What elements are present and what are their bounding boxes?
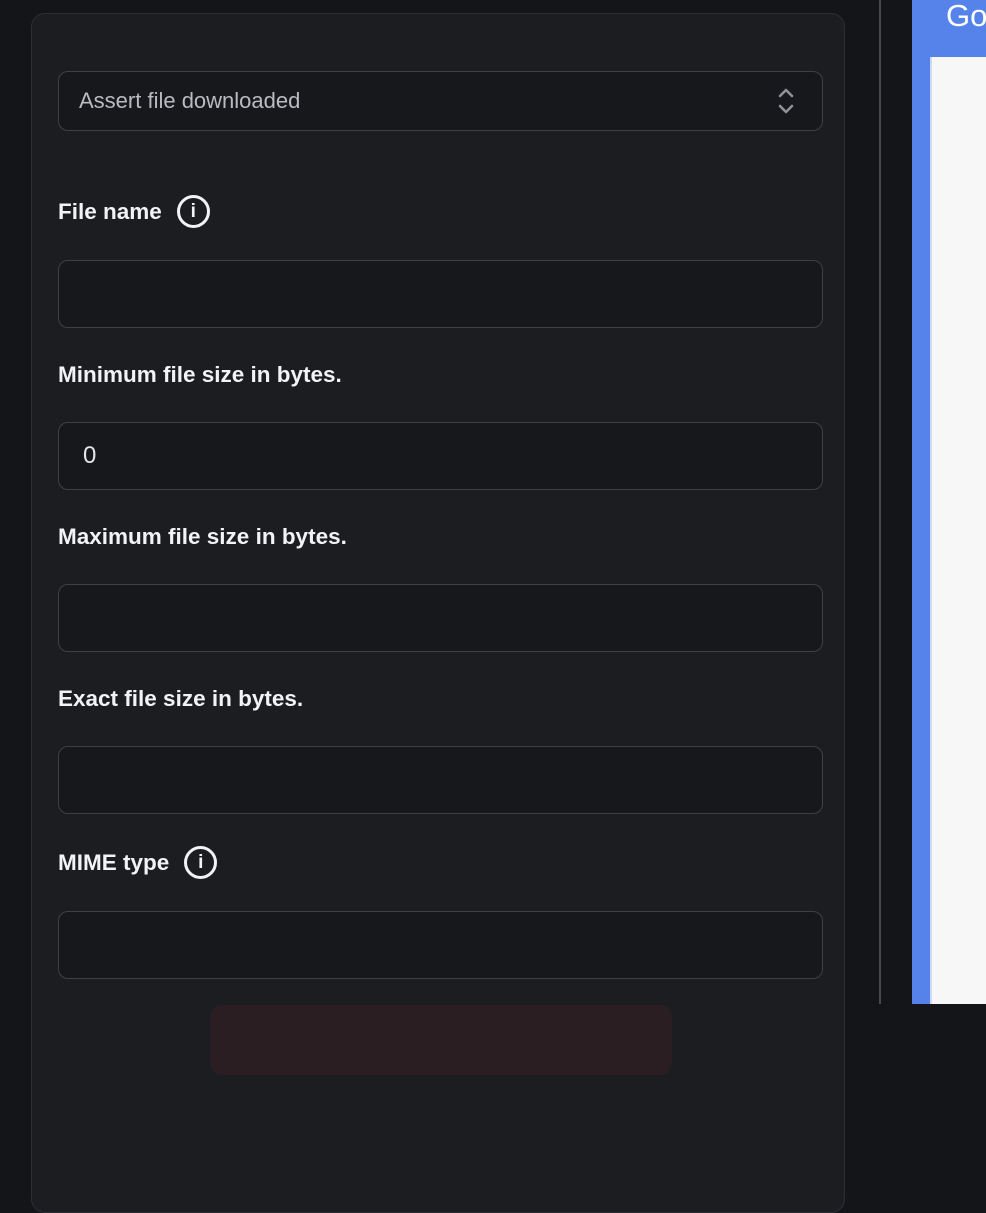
action-select[interactable]: Assert file downloaded xyxy=(58,71,823,131)
info-icon[interactable]: i xyxy=(176,195,210,228)
min-size-input[interactable] xyxy=(58,422,823,490)
field-label-text: Maximum file size in bytes. xyxy=(58,524,347,549)
field-group-mime-type: MIME type i xyxy=(58,846,823,979)
file-name-input[interactable] xyxy=(58,260,823,328)
min-size-label: Minimum file size in bytes. xyxy=(58,360,823,390)
mime-type-input[interactable] xyxy=(58,911,823,979)
field-group-max-size: Maximum file size in bytes. xyxy=(58,522,823,652)
file-name-label: File name i xyxy=(58,195,823,228)
exact-size-label: Exact file size in bytes. xyxy=(58,684,823,714)
mime-type-label: MIME type i xyxy=(58,846,823,879)
chevron-up-down-icon xyxy=(778,88,794,114)
max-size-input[interactable] xyxy=(58,584,823,652)
field-group-exact-size: Exact file size in bytes. xyxy=(58,684,823,814)
delete-step-button[interactable] xyxy=(209,1005,672,1075)
field-label-text: MIME type xyxy=(58,849,170,875)
panel-splitter[interactable] xyxy=(879,0,881,1004)
field-group-min-size: Minimum file size in bytes. xyxy=(58,360,823,490)
preview-header-text: Go xyxy=(946,0,986,33)
field-label-text: File name xyxy=(58,198,162,224)
browser-preview-panel[interactable]: Go xyxy=(912,0,986,1004)
info-icon[interactable]: i xyxy=(184,846,218,879)
step-editor-card: Assert file downloaded File name i Minim… xyxy=(31,13,845,1213)
action-select-value: Assert file downloaded xyxy=(79,88,301,113)
field-label-text: Minimum file size in bytes. xyxy=(58,362,342,387)
max-size-label: Maximum file size in bytes. xyxy=(58,522,823,552)
field-label-text: Exact file size in bytes. xyxy=(58,686,304,711)
preview-page-thumbnail xyxy=(930,57,986,1004)
exact-size-input[interactable] xyxy=(58,746,823,814)
field-group-file-name: File name i xyxy=(58,195,823,328)
